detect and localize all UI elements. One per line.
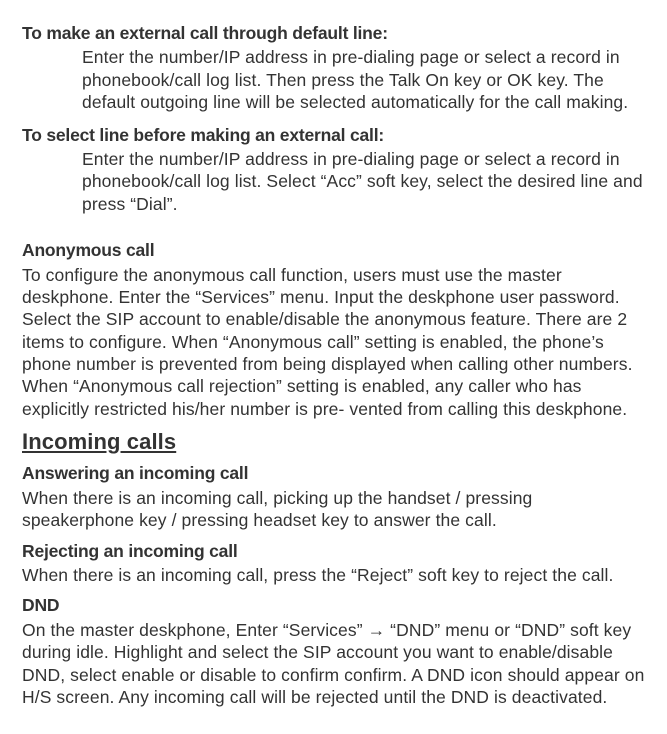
incoming-calls-heading: Incoming calls bbox=[22, 428, 645, 456]
rejecting-body: When there is an incoming call, press th… bbox=[22, 564, 645, 586]
external-call-default-body: Enter the number/IP address in pre-diali… bbox=[82, 46, 645, 113]
external-call-select-line-title: To select line before making an external… bbox=[22, 124, 645, 146]
answering-title: Answering an incoming call bbox=[22, 462, 645, 484]
dnd-body-pre: On the master deskphone, Enter “Services… bbox=[22, 620, 368, 640]
external-call-select-line-body: Enter the number/IP address in pre-diali… bbox=[82, 148, 645, 215]
anonymous-call-title: Anonymous call bbox=[22, 239, 645, 261]
rejecting-title: Rejecting an incoming call bbox=[22, 540, 645, 562]
answering-body: When there is an incoming call, picking … bbox=[22, 487, 645, 532]
arrow-icon: → bbox=[368, 620, 386, 640]
dnd-title: DND bbox=[22, 594, 645, 616]
dnd-body: On the master deskphone, Enter “Services… bbox=[22, 619, 645, 709]
anonymous-call-body: To configure the anonymous call function… bbox=[22, 264, 645, 421]
manual-page: To make an external call through default… bbox=[0, 0, 667, 734]
external-call-default-title: To make an external call through default… bbox=[22, 22, 645, 44]
